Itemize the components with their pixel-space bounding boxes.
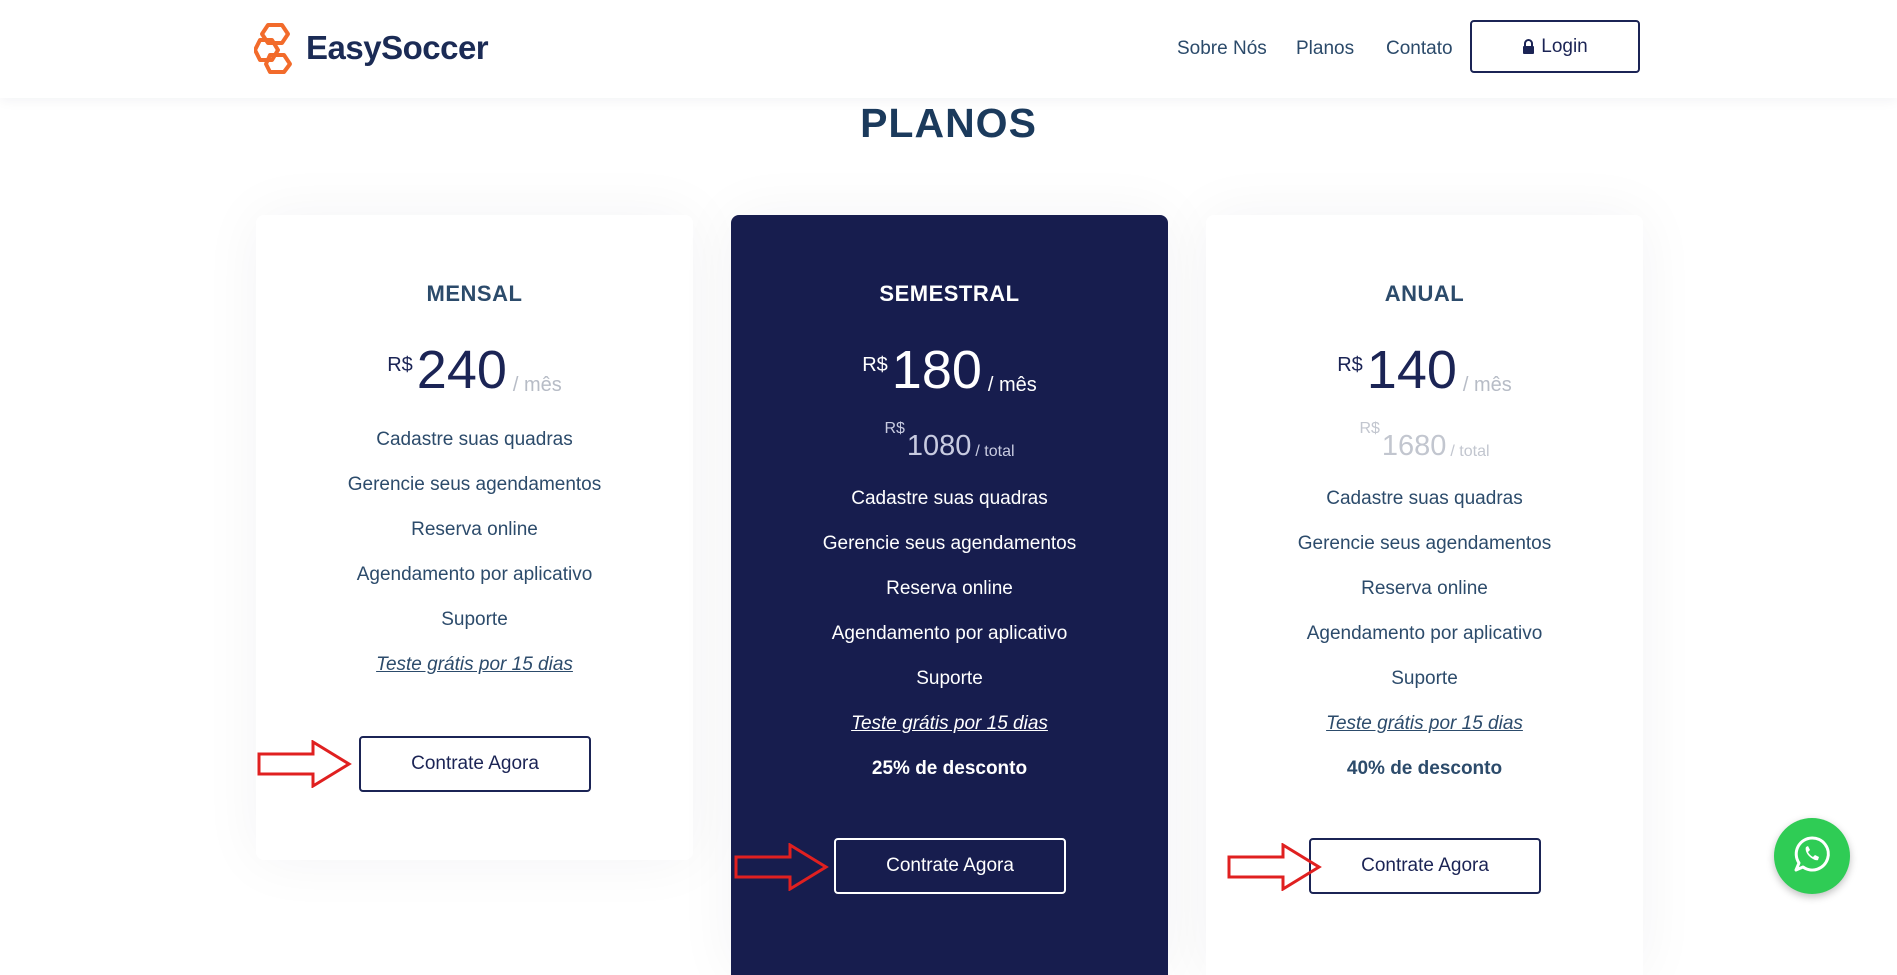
whatsapp-button[interactable] — [1774, 818, 1850, 894]
feature-item: Reserva online — [1361, 578, 1488, 599]
feature-item: Cadastre suas quadras — [851, 488, 1048, 509]
feature-list: Cadastre suas quadras Gerencie seus agen… — [256, 417, 693, 687]
feature-item: Agendamento por aplicativo — [1306, 623, 1543, 644]
contract-button-anual[interactable]: Contrate Agora — [1309, 838, 1541, 894]
feature-item: Suporte — [916, 668, 983, 689]
nav-link-sobre-nos[interactable]: Sobre Nós — [1177, 38, 1267, 60]
total-currency: R$ — [1359, 420, 1380, 437]
price: R$ 180 / mês — [731, 342, 1168, 399]
contract-button-semestral[interactable]: Contrate Agora — [834, 838, 1066, 894]
nav-link-planos[interactable]: Planos — [1296, 38, 1354, 60]
whatsapp-icon — [1793, 835, 1831, 878]
price-currency: R$ — [387, 354, 413, 376]
feature-list: Cadastre suas quadras Gerencie seus agen… — [731, 476, 1168, 791]
discount-note: 40% de desconto — [1346, 758, 1503, 779]
total-amount: 1680 — [1381, 430, 1447, 462]
price-currency: R$ — [1337, 354, 1363, 376]
feature-item: Gerencie seus agendamentos — [1297, 533, 1552, 554]
feature-item: Agendamento por aplicativo — [831, 623, 1068, 644]
trial-note: Teste grátis por 15 dias — [1206, 701, 1643, 746]
right-arrow-icon — [734, 843, 829, 891]
nav-item-sobre-nos[interactable]: Sobre Nós — [1177, 0, 1267, 98]
total-currency: R$ — [884, 420, 905, 437]
brand-name: EasySoccer — [306, 29, 489, 66]
price-period: / mês — [1462, 374, 1512, 396]
contract-button-mensal[interactable]: Contrate Agora — [359, 736, 591, 792]
total-period: / total — [975, 443, 1015, 460]
feature-item: Cadastre suas quadras — [376, 429, 573, 450]
price-amount: 140 — [1366, 340, 1457, 400]
feature-item: Reserva online — [411, 519, 538, 540]
section-title: PLANOS — [860, 100, 1037, 146]
plan-name: SEMESTRAL — [879, 281, 1020, 306]
total-price: R$ 1080 / total — [731, 418, 1168, 463]
site-header: EasySoccer Sobre Nós Planos Contato Logi… — [0, 0, 1897, 98]
price-amount: 240 — [416, 340, 507, 400]
feature-item: Gerencie seus agendamentos — [347, 474, 602, 495]
lock-icon — [1522, 38, 1535, 55]
right-arrow-icon — [257, 740, 352, 788]
total-period: / total — [1450, 443, 1490, 460]
feature-item: Cadastre suas quadras — [1326, 488, 1523, 509]
brand-logo[interactable]: EasySoccer — [254, 20, 489, 76]
right-arrow-icon — [1227, 843, 1322, 891]
total-price: R$ 1680 / total — [1206, 418, 1643, 463]
feature-item: Suporte — [441, 609, 508, 630]
nav-item-contato[interactable]: Contato — [1386, 0, 1453, 98]
feature-item: Reserva online — [886, 578, 1013, 599]
feature-item: Gerencie seus agendamentos — [822, 533, 1077, 554]
hexagon-logo-icon — [254, 22, 298, 74]
trial-note: Teste grátis por 15 dias — [731, 701, 1168, 746]
trial-link[interactable]: Teste grátis por 15 dias — [851, 713, 1048, 734]
discount-note: 25% de desconto — [871, 758, 1028, 779]
price-currency: R$ — [862, 354, 888, 376]
feature-item: Suporte — [1391, 668, 1458, 689]
nav-link-contato[interactable]: Contato — [1386, 38, 1453, 60]
trial-link[interactable]: Teste grátis por 15 dias — [376, 654, 573, 675]
feature-item: Agendamento por aplicativo — [356, 564, 593, 585]
trial-note: Teste grátis por 15 dias — [256, 642, 693, 687]
price-period: / mês — [512, 374, 562, 396]
price-period: / mês — [987, 374, 1037, 396]
total-amount: 1080 — [906, 430, 972, 462]
feature-list: Cadastre suas quadras Gerencie seus agen… — [1206, 476, 1643, 791]
plan-name: ANUAL — [1384, 281, 1465, 306]
login-label: Login — [1541, 35, 1588, 57]
trial-link[interactable]: Teste grátis por 15 dias — [1326, 713, 1523, 734]
nav-item-planos[interactable]: Planos — [1296, 0, 1354, 98]
plan-name: MENSAL — [426, 281, 523, 306]
price-amount: 180 — [891, 340, 982, 400]
price: R$ 140 / mês — [1206, 342, 1643, 399]
price: R$ 240 / mês — [256, 342, 693, 399]
login-button[interactable]: Login — [1470, 20, 1640, 73]
